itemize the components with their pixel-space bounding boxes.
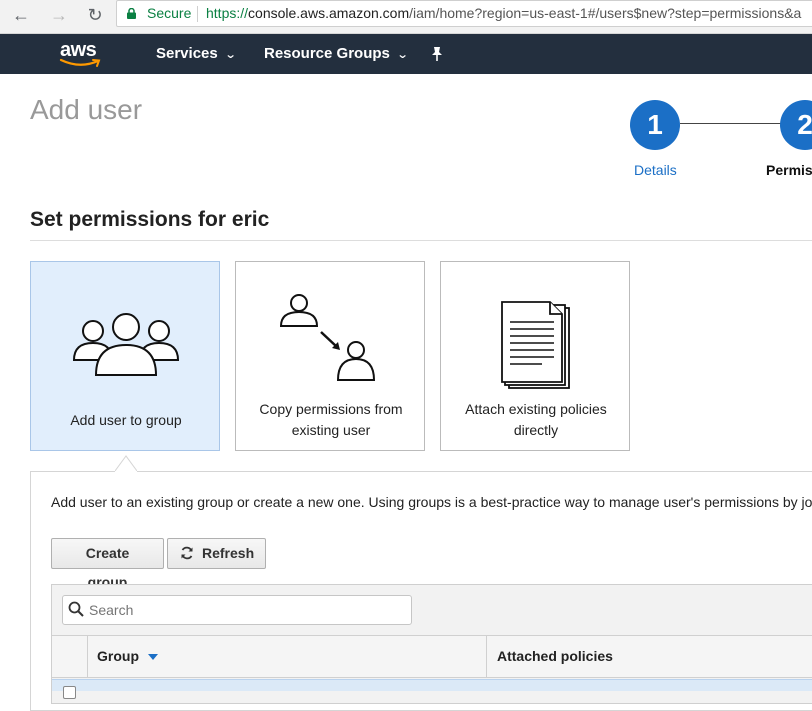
- url-path: /iam/home?region=us-east-1#/users$new?st…: [409, 5, 802, 21]
- section-divider: [30, 240, 812, 241]
- url-host: console.aws.amazon.com: [248, 5, 410, 21]
- document-icon: [501, 301, 570, 389]
- panel-pointer: [115, 455, 137, 475]
- refresh-icon: [181, 546, 193, 560]
- resource-groups-menu[interactable]: Resource Groups ⌄: [264, 34, 409, 74]
- option-label: Add user to group: [70, 412, 182, 428]
- column-divider: [486, 636, 487, 678]
- url-text: https://console.aws.amazon.com/iam/home?…: [206, 1, 801, 26]
- aws-logo[interactable]: aws: [58, 39, 104, 69]
- step-1-label[interactable]: Details: [634, 162, 677, 178]
- step-1-indicator[interactable]: 1: [630, 100, 680, 150]
- page-title: Add user: [30, 94, 143, 125]
- search-icon: [68, 601, 84, 617]
- table-row[interactable]: [52, 679, 812, 691]
- browser-toolbar: ← → ↻ Secure https://console.aws.amazon.…: [0, 0, 812, 34]
- address-bar[interactable]: Secure https://console.aws.amazon.com/ia…: [116, 0, 812, 27]
- reload-icon[interactable]: ↻: [82, 2, 108, 28]
- chevron-down-icon: ⌄: [224, 49, 237, 61]
- panel-description: Add user to an existing group or create …: [51, 494, 812, 510]
- services-label: Services: [156, 45, 218, 62]
- table-header: [52, 635, 812, 678]
- secure-label: Secure: [147, 5, 192, 21]
- create-group-button[interactable]: Create group: [51, 538, 164, 590]
- option-attach-policies[interactable]: Attach existing policies directly: [440, 261, 630, 451]
- refresh-button[interactable]: Refresh: [167, 538, 266, 569]
- option-label: Copy permissions from existing user: [259, 401, 403, 438]
- column-header-label: Group: [97, 648, 139, 664]
- option-label: Attach existing policies directly: [465, 401, 607, 438]
- option-copy-permissions[interactable]: Copy permissions from existing user: [235, 261, 425, 451]
- search-input[interactable]: [62, 595, 412, 625]
- pin-icon[interactable]: [430, 46, 444, 62]
- resource-groups-label: Resource Groups: [264, 45, 390, 62]
- column-header-attached-policies[interactable]: Attached policies: [497, 648, 613, 664]
- group-icon: [72, 313, 180, 376]
- column-header-group[interactable]: Group: [97, 648, 158, 664]
- option-add-user-to-group[interactable]: Add user to group: [30, 261, 220, 451]
- address-separator: [197, 6, 198, 22]
- chevron-down-icon: ⌄: [396, 49, 409, 61]
- aws-nav-bar: aws Services ⌄ Resource Groups ⌄: [0, 34, 812, 74]
- step-2-label: Permiss: [766, 162, 812, 178]
- section-title: Set permissions for eric: [30, 208, 270, 231]
- copy-user-icon: [279, 294, 376, 381]
- url-scheme: https://: [206, 5, 249, 21]
- refresh-label: Refresh: [202, 545, 255, 561]
- forward-icon[interactable]: →: [46, 2, 72, 28]
- lock-icon: [127, 8, 136, 19]
- step-2-indicator: 2: [780, 100, 812, 150]
- sort-desc-icon: [148, 654, 158, 661]
- step-connector: [680, 123, 790, 124]
- column-divider: [87, 636, 88, 678]
- aws-smile-icon: [59, 58, 101, 67]
- services-menu[interactable]: Services ⌄: [156, 34, 237, 74]
- back-icon[interactable]: ←: [8, 2, 34, 28]
